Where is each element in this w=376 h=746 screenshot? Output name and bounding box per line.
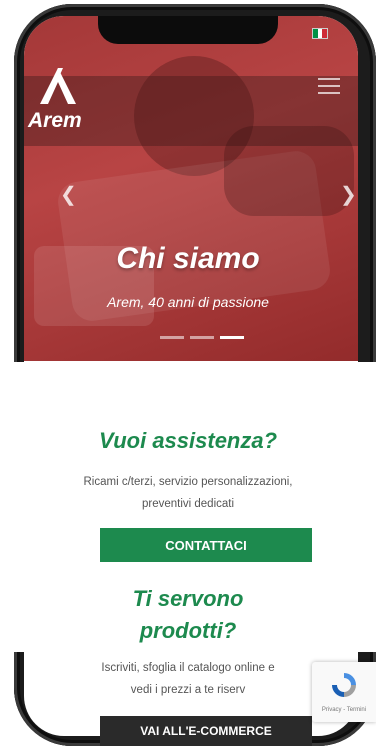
recaptcha-badge[interactable]: Privacy - Termini bbox=[312, 662, 376, 722]
products-title-line1: Ti servono bbox=[132, 586, 244, 611]
logo-text: Arem bbox=[28, 109, 82, 132]
slider-dot-active[interactable] bbox=[220, 336, 244, 339]
recaptcha-footer[interactable]: Privacy - Termini bbox=[312, 707, 376, 713]
assistance-title: Vuoi assistenza? bbox=[98, 428, 278, 453]
hamburger-icon[interactable] bbox=[318, 78, 340, 94]
ecommerce-button[interactable]: VAI ALL'E-COMMERCE bbox=[100, 716, 312, 746]
assistance-text-line1: Ricami c/terzi, servizio personalizzazio… bbox=[83, 476, 293, 488]
italy-flag-icon[interactable] bbox=[312, 28, 328, 39]
slider-dots bbox=[160, 336, 244, 339]
contact-button[interactable]: CONTATTACI bbox=[100, 528, 312, 562]
logo-mark-icon bbox=[40, 68, 76, 104]
products-title-line2: prodotti? bbox=[139, 618, 237, 643]
brand-logo[interactable]: Arem bbox=[28, 66, 82, 133]
phone-notch bbox=[98, 16, 278, 44]
recaptcha-icon bbox=[332, 673, 356, 697]
slider-dot[interactable] bbox=[190, 336, 214, 339]
slider-dot[interactable] bbox=[160, 336, 184, 339]
hero-photo-shape bbox=[224, 126, 354, 216]
chevron-right-icon[interactable]: ❯ bbox=[340, 182, 357, 207]
assistance-text-line2: preventivi dedicati bbox=[141, 498, 235, 510]
chevron-left-icon[interactable]: ❮ bbox=[60, 182, 77, 207]
hero-title: Chi siamo bbox=[116, 242, 260, 275]
hero-subtitle: Arem, 40 anni di passione bbox=[107, 294, 269, 310]
